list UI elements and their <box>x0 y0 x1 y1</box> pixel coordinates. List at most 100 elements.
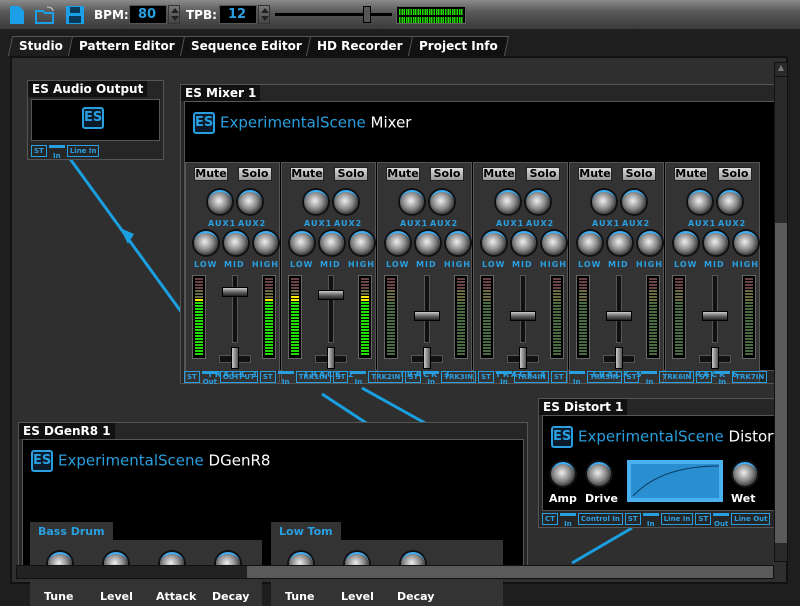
mute-button[interactable]: Mute <box>578 167 612 181</box>
solo-button[interactable]: Solo <box>526 167 560 181</box>
volume-fader-track[interactable] <box>616 275 622 343</box>
volume-fader[interactable] <box>222 287 248 297</box>
port-name[interactable]: Control In <box>577 513 623 525</box>
volume-fader[interactable] <box>318 290 344 300</box>
horizontal-scrollbar[interactable] <box>16 565 774 579</box>
pan-slider[interactable] <box>711 347 719 369</box>
port-io[interactable]: In <box>277 371 294 386</box>
mid-knob[interactable] <box>224 231 248 255</box>
volume-fader[interactable] <box>414 311 440 321</box>
aux2-knob[interactable] <box>622 190 646 214</box>
volume-fader-track[interactable] <box>232 275 238 343</box>
port-st[interactable]: ST <box>31 145 47 157</box>
aux1-knob[interactable] <box>592 190 616 214</box>
high-knob[interactable] <box>254 231 278 255</box>
tpb-input[interactable]: 12 <box>219 5 257 24</box>
aux1-knob[interactable] <box>304 190 328 214</box>
aux2-knob[interactable] <box>526 190 550 214</box>
low-knob[interactable] <box>386 231 410 255</box>
port-line-in[interactable]: Line In <box>66 145 100 157</box>
volume-fader[interactable] <box>510 311 536 321</box>
volume-fader-track[interactable] <box>712 275 718 343</box>
tab-hd-recorder[interactable]: HD Recorder <box>306 36 414 56</box>
port-io[interactable]: In <box>559 513 576 528</box>
vertical-scroll-thumb[interactable] <box>775 223 787 543</box>
high-knob[interactable] <box>446 231 470 255</box>
port-io[interactable]: Out <box>713 513 730 528</box>
mute-button[interactable]: Mute <box>194 167 228 181</box>
port-name[interactable]: TRK7IN <box>732 371 768 383</box>
solo-button[interactable]: Solo <box>334 167 368 181</box>
low-knob[interactable] <box>578 231 602 255</box>
solo-button[interactable]: Solo <box>430 167 464 181</box>
pan-slider[interactable] <box>231 347 239 369</box>
audio-output-panel[interactable]: ES Audio Output ES ST In Line In <box>27 80 164 160</box>
port-io[interactable]: In <box>641 371 658 386</box>
mute-button[interactable]: Mute <box>386 167 420 181</box>
pan-slider[interactable] <box>519 347 527 369</box>
drive-knob[interactable] <box>587 462 611 486</box>
port-type[interactable]: ST <box>478 371 494 383</box>
port-name[interactable]: TRK2IN <box>368 371 404 383</box>
low-knob[interactable] <box>482 231 506 255</box>
pan-slider[interactable] <box>615 347 623 369</box>
new-file-icon[interactable] <box>7 5 27 25</box>
mid-knob[interactable] <box>608 231 632 255</box>
aux1-knob[interactable] <box>208 190 232 214</box>
aux2-knob[interactable] <box>718 190 742 214</box>
port-io[interactable]: In <box>495 371 512 386</box>
aux1-knob[interactable] <box>496 190 520 214</box>
volume-slider-thumb[interactable] <box>363 6 371 23</box>
mid-knob[interactable] <box>416 231 440 255</box>
port-type[interactable]: ST <box>405 371 422 383</box>
port-io[interactable]: In <box>714 371 731 386</box>
amp-knob[interactable] <box>551 462 575 486</box>
tab-studio[interactable]: Studio <box>7 36 75 56</box>
pan-slider[interactable] <box>327 347 335 369</box>
port-type[interactable]: ST <box>624 513 641 525</box>
volume-fader-track[interactable] <box>328 275 334 343</box>
port-name[interactable]: TRK4IN <box>513 371 549 383</box>
port-type[interactable]: CT <box>542 513 558 525</box>
mid-knob[interactable] <box>704 231 728 255</box>
port-io[interactable]: Out <box>201 371 218 386</box>
high-knob[interactable] <box>350 231 374 255</box>
panel-title[interactable]: ES Mixer 1 <box>181 85 261 101</box>
port-name[interactable]: TRK3IN <box>441 371 477 383</box>
aux1-knob[interactable] <box>688 190 712 214</box>
volume-fader[interactable] <box>606 311 632 321</box>
low-knob[interactable] <box>194 231 218 255</box>
solo-button[interactable]: Solo <box>238 167 272 181</box>
volume-slider-track[interactable] <box>275 13 392 16</box>
distort-panel[interactable]: ES Distort 1 ES ExperimentalScene Distort… <box>538 398 782 528</box>
aux1-knob[interactable] <box>400 190 424 214</box>
mute-button[interactable]: Mute <box>290 167 324 181</box>
port-io[interactable]: In <box>423 371 440 386</box>
mid-knob[interactable] <box>512 231 536 255</box>
port-name[interactable]: Line Out <box>731 513 771 525</box>
aux2-knob[interactable] <box>334 190 358 214</box>
panel-title[interactable]: ES Distort 1 <box>539 399 628 415</box>
wet-knob[interactable] <box>733 462 757 486</box>
high-knob[interactable] <box>542 231 566 255</box>
tab-project-info[interactable]: Project Info <box>407 36 509 56</box>
port-type[interactable]: ST <box>332 371 349 383</box>
save-disk-icon[interactable] <box>65 5 85 25</box>
dgenr8-panel[interactable]: ES DGenR8 1 ES ExperimentalScene DGenR8 B… <box>18 422 528 606</box>
tab-pattern-editor[interactable]: Pattern Editor <box>67 36 186 56</box>
tpb-spinner[interactable] <box>258 5 270 24</box>
port-name[interactable]: Line In <box>660 513 694 525</box>
aux2-knob[interactable] <box>238 190 262 214</box>
port-in[interactable]: In <box>48 145 65 160</box>
bpm-input[interactable]: 80 <box>129 5 167 24</box>
port-type[interactable]: ST <box>695 513 712 525</box>
volume-fader[interactable] <box>702 311 728 321</box>
port-name[interactable]: TRK6IN <box>659 371 695 383</box>
port-io[interactable]: In <box>642 513 659 528</box>
panel-title[interactable]: ES DGenR8 1 <box>19 423 115 439</box>
low-knob[interactable] <box>674 231 698 255</box>
high-knob[interactable] <box>734 231 758 255</box>
port-name[interactable]: TRK1IN <box>295 371 331 383</box>
solo-button[interactable]: Solo <box>622 167 656 181</box>
mute-button[interactable]: Mute <box>482 167 516 181</box>
